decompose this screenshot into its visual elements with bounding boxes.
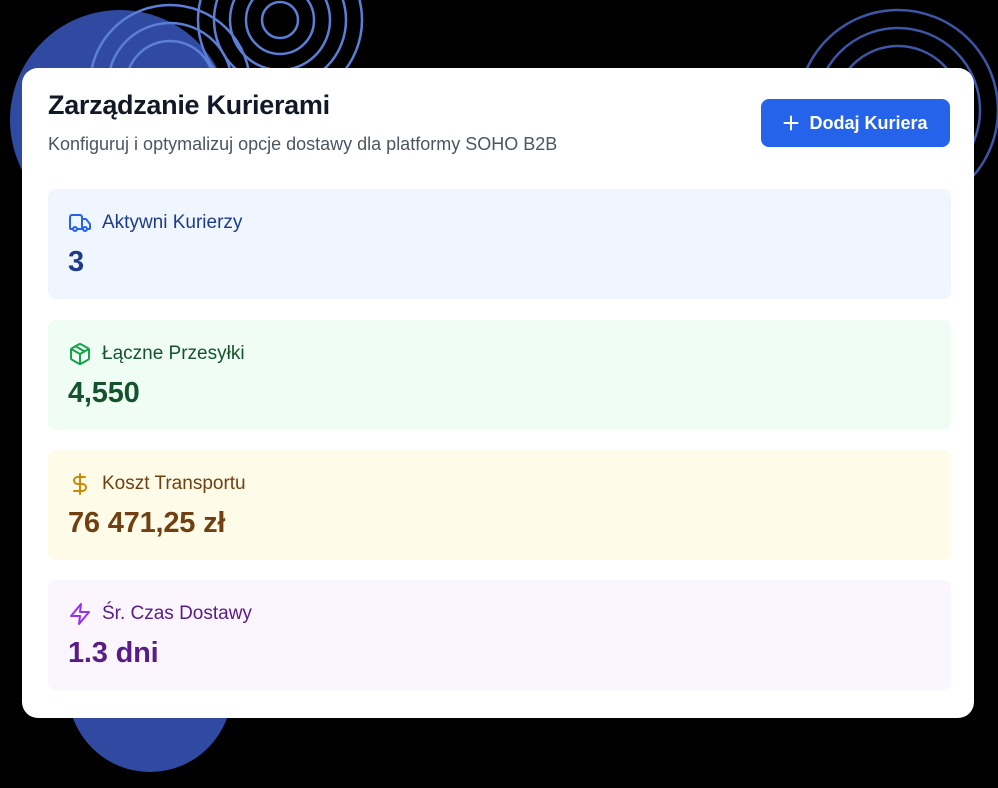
truck-icon [68,211,92,235]
stat-card-avg-delivery-time: Śr. Czas Dostawy 1.3 dni [48,580,951,690]
stat-label: Śr. Czas Dostawy [102,603,252,624]
stat-value: 1.3 dni [68,637,159,669]
stat-value: 3 [68,246,84,278]
add-courier-button-label: Dodaj Kuriera [809,112,928,133]
stat-value: 76 471,25 zł [68,507,226,539]
plus-icon [783,115,799,131]
stat-label: Łączne Przesyłki [102,343,245,364]
stat-label: Aktywni Kurierzy [102,212,243,233]
stat-card-total-shipments: Łączne Przesyłki 4,550 [48,320,951,430]
stat-value: 4,550 [68,377,140,409]
dollar-icon [68,472,92,496]
page-title: Zarządzanie Kurierami [48,90,330,120]
page-header: Zarządzanie Kurierami Konfiguruj i optym… [48,90,950,160]
page-subtitle: Konfiguruj i optymalizuj opcje dostawy d… [48,134,558,154]
package-icon [68,342,92,366]
stat-label: Koszt Transportu [102,473,246,494]
lightning-icon [68,602,92,626]
stat-card-transport-cost: Koszt Transportu 76 471,25 zł [48,450,951,560]
add-courier-button[interactable]: Dodaj Kuriera [761,99,950,147]
stat-card-active-couriers: Aktywni Kurierzy 3 [48,189,951,299]
courier-management-card: Zarządzanie Kurierami Konfiguruj i optym… [22,68,974,718]
